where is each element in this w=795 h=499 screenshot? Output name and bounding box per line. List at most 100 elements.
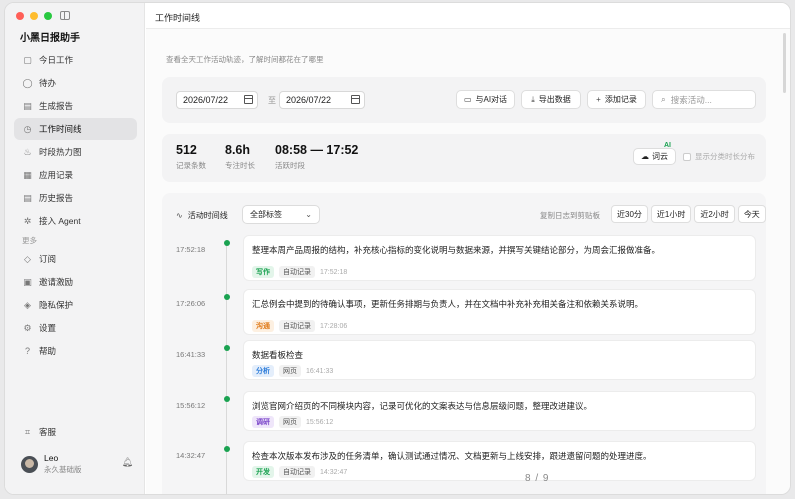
stat-value: 08:58 — 17:52	[275, 143, 359, 157]
sidebar-item[interactable]: ▤ 生成报告	[14, 95, 137, 117]
maximize-window-button[interactable]	[44, 12, 52, 20]
sidebar-item[interactable]: ? 帮助	[14, 340, 137, 362]
source-tag: 网页	[279, 416, 301, 428]
date-to-input[interactable]: 2026/07/22	[279, 91, 365, 109]
entry-meta: 沟通 自动记录 17:28:06	[252, 320, 347, 332]
date-range-separator: 至	[268, 96, 276, 105]
entry-time: 14:32:47	[176, 451, 206, 460]
entry-text: 浏览官网介绍页的不同模块内容，记录可优化的文案表达与信息层级问题，整理改进建议。	[252, 401, 593, 411]
entry-time: 17:52:18	[176, 245, 206, 254]
search-icon: ⌕	[661, 94, 666, 104]
sidebar-item[interactable]: ✲ 接入 Agent	[14, 210, 137, 232]
avatar	[21, 455, 38, 473]
stat-records: 512 记录条数	[176, 143, 206, 171]
window-controls	[16, 12, 52, 20]
checkbox[interactable]	[683, 152, 691, 161]
sidebar-item[interactable]: ◇ 订阅	[14, 248, 137, 270]
stat-value: 512	[176, 143, 197, 157]
sidebar-item[interactable]: ◈ 隐私保护	[14, 294, 137, 316]
range-button[interactable]: 近30分	[611, 205, 648, 223]
range-button[interactable]: 近2小时	[694, 205, 735, 223]
sidebar-item[interactable]: ▢ 今日工作	[14, 49, 137, 71]
sidebar-item[interactable]: ▣ 邀请激励	[14, 271, 137, 293]
chevron-down-icon: ⌄	[305, 210, 312, 219]
filter-toolbar: 2026/07/22 至 2026/07/22 ▭ 与AI对话 ⤓ 导出数据 +…	[162, 77, 766, 123]
scrollbar[interactable]	[783, 33, 786, 93]
ai-chat-button[interactable]: ▭ 与AI对话	[456, 90, 515, 109]
source-tag: 自动记录	[279, 266, 315, 278]
copy-log-link[interactable]: 复制日志到剪贴板	[540, 210, 600, 221]
date-from-value: 2026/07/22	[183, 95, 229, 105]
timeline-dot	[224, 396, 230, 402]
timeline-panel: ∿ 活动时间线 全部标签 ⌄ 复制日志到剪贴板 近30分 近1小时 近2小时 今天 1…	[162, 193, 766, 494]
sidebar-item-label: 订阅	[39, 254, 57, 264]
range-button[interactable]: 近1小时	[650, 205, 692, 223]
today-icon: ▢	[23, 54, 32, 65]
minimize-window-button[interactable]	[30, 12, 38, 20]
apps-icon: ▦	[23, 169, 32, 180]
support-icon: ⌗	[24, 426, 31, 437]
category-tag[interactable]: 调研	[252, 416, 274, 428]
entry-meta: 开发 自动记录 14:32:47	[252, 466, 347, 478]
add-record-button[interactable]: + 添加记录	[587, 90, 646, 109]
sidebar-item[interactable]: ♨ 时段热力图	[14, 141, 137, 163]
timeline-dot	[224, 294, 230, 300]
category-tag[interactable]: 开发	[252, 466, 274, 478]
category-tag[interactable]: 分析	[252, 365, 274, 377]
date-from-input[interactable]: 2026/07/22	[176, 91, 258, 109]
entry-card[interactable]: 数据看板检查分析 网页 16:41:33	[243, 340, 756, 380]
user-profile[interactable]: Leo 永久基础版 🔔︎	[21, 453, 133, 475]
sidebar-item-label: 帮助	[39, 346, 57, 356]
category-toggle-label: 显示分类时长分布	[695, 152, 755, 161]
stat-value: 8.6h	[225, 143, 251, 157]
entry-text: 检查本次版本发布涉及的任务清单，确认测试通过情况、文档更新与上线安排，跟进遗留问…	[252, 451, 652, 461]
time-range-group: 近30分 近1小时 近2小时 今天	[611, 205, 766, 223]
sidebar-item-label: 隐私保护	[39, 300, 74, 310]
sidebar-item[interactable]: ◯ 待办	[14, 72, 137, 94]
sidebar-item[interactable]: ⚙ 设置	[14, 317, 137, 339]
tag-filter-select[interactable]: 全部标签 ⌄	[242, 205, 320, 224]
timeline-title: ∿ 活动时间线	[176, 210, 228, 221]
category-distribution-toggle[interactable]: 显示分类时长分布	[683, 151, 755, 162]
range-button[interactable]: 今天	[737, 205, 766, 223]
support-link[interactable]: ⌗ 客服	[22, 426, 56, 438]
wordcloud-label: 词云	[652, 152, 668, 161]
sidebar-item[interactable]: ▦ 应用记录	[14, 164, 137, 186]
help-icon: ?	[24, 346, 30, 356]
search-input[interactable]: ⌕ 搜索活动...	[652, 90, 756, 109]
category-tag[interactable]: 沟通	[252, 320, 274, 332]
plus-icon: +	[596, 95, 601, 104]
timeline-axis	[226, 243, 227, 494]
report-icon: ▤	[23, 100, 32, 111]
export-button[interactable]: ⤓ 导出数据	[521, 90, 581, 109]
entry-meta-time: 14:32:47	[320, 468, 348, 476]
bell-icon[interactable]: 🔔︎	[122, 457, 133, 468]
ai-chat-label: 与AI对话	[475, 95, 508, 104]
timeline-title-label: 活动时间线	[187, 211, 228, 220]
entry-text: 整理本周产品周报的结构，补充核心指标的变化说明与数据来源，并撰写关键结论部分，为…	[252, 245, 661, 255]
category-tag[interactable]: 写作	[252, 266, 274, 278]
entry-meta-time: 15:56:12	[306, 418, 334, 426]
support-label: 客服	[39, 427, 57, 437]
entry-text: 数据看板检查	[252, 350, 304, 360]
timeline-dot	[224, 345, 230, 351]
wordcloud-button[interactable]: ☁︎ 词云	[633, 148, 676, 165]
calendar-icon	[244, 95, 253, 104]
entry-card[interactable]: 汇总例会中提到的待确认事项，更新任务排期与负责人，并在文档中补充补充相关备注和依…	[243, 289, 756, 335]
entry-meta: 分析 网页 16:41:33	[252, 365, 333, 377]
close-window-button[interactable]	[16, 12, 24, 20]
sidebar-item[interactable]: ◷ 工作时间线	[14, 118, 137, 140]
sidebar-item-label: 生成报告	[39, 101, 74, 111]
entry-card[interactable]: 整理本周产品周报的结构，补充核心指标的变化说明与数据来源，并撰写关键结论部分，为…	[243, 235, 756, 281]
sidebar-toggle-icon[interactable]	[60, 11, 70, 20]
sidebar-item-label: 接入 Agent	[39, 216, 81, 226]
sidebar-item[interactable]: ▤ 历史报告	[14, 187, 137, 209]
entry-card[interactable]: 检查本次版本发布涉及的任务清单，确认测试通过情况、文档更新与上线安排，跟进遗留问…	[243, 441, 756, 481]
user-name: Leo	[44, 453, 59, 463]
sidebar: 小黑日报助手 ▢ 今日工作 ◯ 待办 ▤ 生成报告 ◷ 工作时间线 ♨ 时段热力图 ▦ 应用记录 ▤ 历史…	[5, 3, 145, 494]
export-label: 导出数据	[538, 95, 571, 104]
agent-icon: ✲	[23, 215, 32, 226]
sidebar-item-label: 时段热力图	[39, 147, 82, 157]
entry-card[interactable]: 浏览官网介绍页的不同模块内容，记录可优化的文案表达与信息层级问题，整理改进建议。…	[243, 391, 756, 431]
timeline-dot	[224, 240, 230, 246]
